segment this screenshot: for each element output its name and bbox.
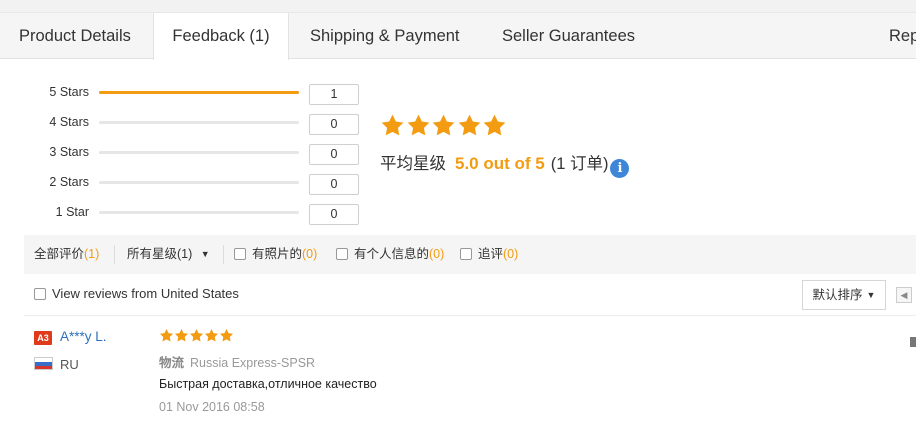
reviewer-country: RU <box>60 357 79 372</box>
average-rating-line: 平均星级 5.0 out of 5 (1 订单) i <box>380 150 630 178</box>
filter-with-photos-count: (0) <box>302 247 318 261</box>
view-us-reviews[interactable]: View reviews from United States <box>34 286 239 301</box>
star-icon <box>174 328 189 343</box>
filter-with-info[interactable]: 有个人信息的(0) <box>336 235 444 274</box>
filter-all-count: (1) <box>84 247 100 261</box>
average-score: 5.0 out of 5 <box>455 154 545 173</box>
tab-bar: Product Details Feedback (1) Shipping & … <box>0 13 916 60</box>
star-row-count: 0 <box>309 114 359 135</box>
russia-flag-icon <box>34 357 53 370</box>
star-row-label: 2 Stars <box>49 175 89 189</box>
chevron-down-icon: ▼ <box>200 249 210 259</box>
tab-feedback[interactable]: Feedback (1) <box>153 13 289 60</box>
filter-additional[interactable]: 追评(0) <box>460 235 518 274</box>
star-icon <box>189 328 204 343</box>
filter-additional-count: (0) <box>503 247 519 261</box>
top-strip <box>0 0 916 13</box>
filter-bar: 全部评价(1) 所有星级(1) ▼ 有照片的(0) 有个人信息的(0) 追评(0… <box>24 235 916 274</box>
page-prev-button[interactable]: ◀ <box>896 287 912 303</box>
star-row-count: 0 <box>309 144 359 165</box>
filter-stars-count: (1) <box>177 247 193 261</box>
rating-histogram: 5 Stars 1 4 Stars 0 3 Stars 0 2 Stars 0 1 Star 0 <box>0 80 370 230</box>
filter-with-info-label: 有个人信息的 <box>354 247 430 261</box>
review-date: 01 Nov 2016 08:58 <box>159 400 265 414</box>
star-icon <box>204 328 219 343</box>
filter-with-info-count: (0) <box>429 247 445 261</box>
review-text: Быстрая доставка,отличное качество <box>159 377 377 391</box>
checkbox[interactable] <box>336 248 348 260</box>
star-icon <box>431 113 456 138</box>
star-row-label: 1 Star <box>55 205 89 219</box>
filter-all-label: 全部评价 <box>34 247 85 261</box>
average-stars <box>380 113 508 143</box>
star-row-label: 3 Stars <box>49 145 89 159</box>
tab-seller-guarantees[interactable]: Seller Guarantees <box>502 13 635 59</box>
scroll-marker <box>910 337 916 347</box>
star-icon <box>406 113 431 138</box>
star-row-count: 1 <box>309 84 359 105</box>
star-row-label: 4 Stars <box>49 115 89 129</box>
star-row-bar <box>99 121 299 124</box>
sort-dropdown[interactable]: 默认排序 ▼ <box>802 280 886 310</box>
logistics-label: 物流 <box>159 356 185 370</box>
filter-all[interactable]: 全部评价(1) <box>34 235 99 274</box>
logistics-value: Russia Express-SPSR <box>190 356 316 370</box>
divider <box>114 245 115 264</box>
filter-with-photos-label: 有照片的 <box>252 247 303 261</box>
star-icon <box>159 328 174 343</box>
filter-additional-label: 追评 <box>478 247 504 261</box>
star-row-count: 0 <box>309 204 359 225</box>
divider <box>223 245 224 264</box>
star-row-bar-fill <box>99 91 299 94</box>
tab-report[interactable]: Repo <box>889 13 916 59</box>
view-us-label: View reviews from United States <box>52 286 239 301</box>
tab-shipping-payment[interactable]: Shipping & Payment <box>310 13 460 59</box>
star-row-bar <box>99 211 299 214</box>
filter-stars-dropdown[interactable]: 所有星级(1) ▼ <box>127 235 210 274</box>
star-row-bar <box>99 151 299 154</box>
logistics-info: 物流 Russia Express-SPSR <box>159 352 315 371</box>
sort-label: 默认排序 <box>812 288 863 302</box>
checkbox[interactable] <box>34 288 46 300</box>
star-icon <box>219 328 234 343</box>
star-row-bar <box>99 91 299 94</box>
filter-stars-label: 所有星级 <box>127 247 178 261</box>
tab-product-details[interactable]: Product Details <box>19 13 131 59</box>
average-label: 平均星级 <box>380 155 446 173</box>
star-icon <box>457 113 482 138</box>
divider <box>24 315 916 316</box>
info-icon[interactable]: i <box>610 159 630 178</box>
star-icon <box>482 113 507 138</box>
reviewer-name[interactable]: A***y L. <box>60 329 107 344</box>
buyer-level-badge: A3 <box>34 331 52 345</box>
chevron-left-icon: ◀ <box>900 290 908 300</box>
review-stars <box>159 328 234 348</box>
star-row-label: 5 Stars <box>49 85 89 99</box>
chevron-down-icon: ▼ <box>866 290 876 300</box>
star-row-bar <box>99 181 299 184</box>
checkbox[interactable] <box>234 248 246 260</box>
filter-with-photos[interactable]: 有照片的(0) <box>234 235 317 274</box>
order-count: (1 订单) <box>550 155 609 173</box>
star-icon <box>380 113 405 138</box>
checkbox[interactable] <box>460 248 472 260</box>
star-row-count: 0 <box>309 174 359 195</box>
